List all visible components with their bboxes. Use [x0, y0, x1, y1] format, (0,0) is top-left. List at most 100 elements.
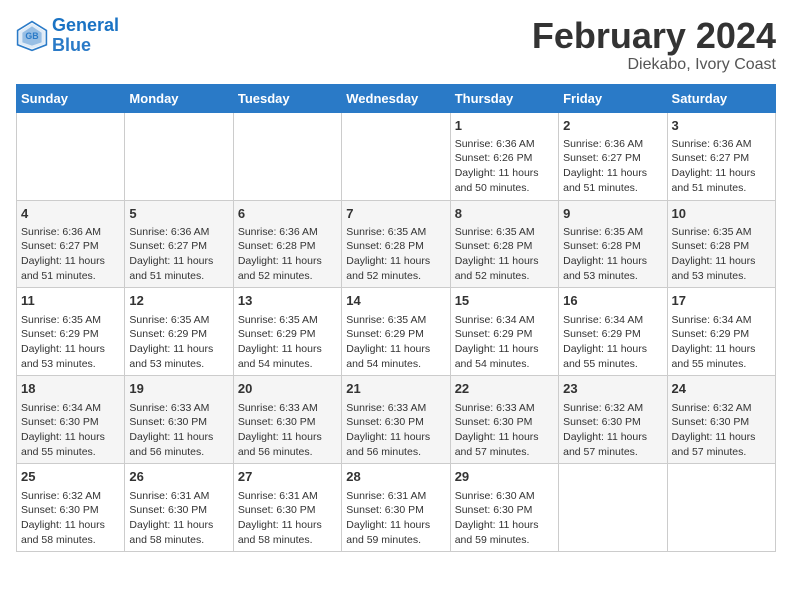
day-number: 4	[21, 205, 120, 223]
page-subtitle: Diekabo, Ivory Coast	[532, 56, 776, 74]
calendar-cell: 13 Sunrise: 6:35 AMSunset: 6:29 PMDayligh…	[233, 288, 341, 376]
day-number: 5	[129, 205, 228, 223]
day-number: 26	[129, 468, 228, 486]
calendar-cell: 1 Sunrise: 6:36 AMSunset: 6:26 PMDaylight…	[450, 112, 558, 200]
col-friday: Friday	[559, 84, 667, 112]
day-info: Sunrise: 6:35 AMSunset: 6:28 PMDaylight:…	[346, 225, 445, 284]
day-number: 10	[672, 205, 771, 223]
day-number: 29	[455, 468, 554, 486]
calendar-cell: 29 Sunrise: 6:30 AMSunset: 6:30 PMDayligh…	[450, 464, 558, 552]
col-saturday: Saturday	[667, 84, 775, 112]
day-number: 27	[238, 468, 337, 486]
calendar-cell: 23Sunrise: 6:32 AMSunset: 6:30 PMDayligh…	[559, 376, 667, 464]
day-info: Sunrise: 6:36 AMSunset: 6:26 PMDaylight:…	[455, 137, 554, 196]
day-info: Sunrise: 6:35 AMSunset: 6:28 PMDaylight:…	[672, 225, 771, 284]
day-number: 13	[238, 292, 337, 310]
day-number: 22	[455, 380, 554, 398]
calendar-cell: 7 Sunrise: 6:35 AMSunset: 6:28 PMDaylight…	[342, 200, 450, 288]
calendar-cell: 3 Sunrise: 6:36 AMSunset: 6:27 PMDaylight…	[667, 112, 775, 200]
col-monday: Monday	[125, 84, 233, 112]
calendar-row-0: 1 Sunrise: 6:36 AMSunset: 6:26 PMDaylight…	[17, 112, 776, 200]
calendar-cell: 22 Sunrise: 6:33 AMSunset: 6:30 PMDayligh…	[450, 376, 558, 464]
day-number: 2	[563, 117, 662, 135]
day-info: Sunrise: 6:36 AMSunset: 6:27 PMDaylight:…	[563, 137, 662, 196]
day-info: Sunrise: 6:33 AMSunset: 6:30 PMDaylight:…	[455, 401, 554, 460]
day-number: 18	[21, 380, 120, 398]
day-info: Sunrise: 6:32 AMSunset: 6:30 PMDaylight:…	[563, 401, 662, 460]
day-number: 11	[21, 292, 120, 310]
day-info: Sunrise: 6:35 AMSunset: 6:29 PMDaylight:…	[129, 313, 228, 372]
logo-icon: GB	[16, 20, 48, 52]
calendar-cell: 24 Sunrise: 6:32 AMSunset: 6:30 PMDayligh…	[667, 376, 775, 464]
day-number: 17	[672, 292, 771, 310]
calendar-row-1: 4 Sunrise: 6:36 AMSunset: 6:27 PMDaylight…	[17, 200, 776, 288]
day-info: Sunrise: 6:31 AMSunset: 6:30 PMDaylight:…	[129, 489, 228, 548]
calendar-cell: 16Sunrise: 6:34 AMSunset: 6:29 PMDayligh…	[559, 288, 667, 376]
calendar-cell	[233, 112, 341, 200]
day-number: 9	[563, 205, 662, 223]
day-info: Sunrise: 6:31 AMSunset: 6:30 PMDaylight:…	[238, 489, 337, 548]
calendar-cell: 17 Sunrise: 6:34 AMSunset: 6:29 PMDayligh…	[667, 288, 775, 376]
calendar-table: Sunday Monday Tuesday Wednesday Thursday…	[16, 84, 776, 553]
calendar-cell: 2 Sunrise: 6:36 AMSunset: 6:27 PMDaylight…	[559, 112, 667, 200]
calendar-cell: 10 Sunrise: 6:35 AMSunset: 6:28 PMDayligh…	[667, 200, 775, 288]
calendar-row-3: 18 Sunrise: 6:34 AMSunset: 6:30 PMDayligh…	[17, 376, 776, 464]
day-info: Sunrise: 6:32 AMSunset: 6:30 PMDaylight:…	[672, 401, 771, 460]
calendar-cell: 15Sunrise: 6:34 AMSunset: 6:29 PMDayligh…	[450, 288, 558, 376]
calendar-cell: 12Sunrise: 6:35 AMSunset: 6:29 PMDayligh…	[125, 288, 233, 376]
day-number: 3	[672, 117, 771, 135]
day-info: Sunrise: 6:30 AMSunset: 6:30 PMDaylight:…	[455, 489, 554, 548]
calendar-cell: 9 Sunrise: 6:35 AMSunset: 6:28 PMDaylight…	[559, 200, 667, 288]
day-number: 8	[455, 205, 554, 223]
col-sunday: Sunday	[17, 84, 125, 112]
day-number: 24	[672, 380, 771, 398]
day-number: 6	[238, 205, 337, 223]
calendar-cell	[667, 464, 775, 552]
calendar-cell: 28Sunrise: 6:31 AMSunset: 6:30 PMDayligh…	[342, 464, 450, 552]
calendar-cell: 21 Sunrise: 6:33 AMSunset: 6:30 PMDayligh…	[342, 376, 450, 464]
svg-text:GB: GB	[25, 31, 38, 41]
day-number: 14	[346, 292, 445, 310]
day-info: Sunrise: 6:34 AMSunset: 6:29 PMDaylight:…	[672, 313, 771, 372]
calendar-cell: 4 Sunrise: 6:36 AMSunset: 6:27 PMDaylight…	[17, 200, 125, 288]
day-number: 20	[238, 380, 337, 398]
day-info: Sunrise: 6:35 AMSunset: 6:28 PMDaylight:…	[455, 225, 554, 284]
day-number: 1	[455, 117, 554, 135]
day-info: Sunrise: 6:34 AMSunset: 6:29 PMDaylight:…	[455, 313, 554, 372]
col-thursday: Thursday	[450, 84, 558, 112]
day-info: Sunrise: 6:36 AMSunset: 6:27 PMDaylight:…	[21, 225, 120, 284]
day-info: Sunrise: 6:35 AMSunset: 6:29 PMDaylight:…	[346, 313, 445, 372]
calendar-cell: 11 Sunrise: 6:35 AMSunset: 6:29 PMDayligh…	[17, 288, 125, 376]
day-info: Sunrise: 6:35 AMSunset: 6:29 PMDaylight:…	[238, 313, 337, 372]
calendar-cell	[125, 112, 233, 200]
calendar-cell: 20 Sunrise: 6:33 AMSunset: 6:30 PMDayligh…	[233, 376, 341, 464]
day-info: Sunrise: 6:34 AMSunset: 6:29 PMDaylight:…	[563, 313, 662, 372]
day-info: Sunrise: 6:33 AMSunset: 6:30 PMDaylight:…	[346, 401, 445, 460]
col-wednesday: Wednesday	[342, 84, 450, 112]
calendar-cell	[342, 112, 450, 200]
day-number: 28	[346, 468, 445, 486]
day-number: 25	[21, 468, 120, 486]
day-info: Sunrise: 6:36 AMSunset: 6:27 PMDaylight:…	[672, 137, 771, 196]
logo-blue: Blue	[52, 35, 91, 55]
page-title: February 2024	[532, 16, 776, 56]
col-tuesday: Tuesday	[233, 84, 341, 112]
day-info: Sunrise: 6:35 AMSunset: 6:29 PMDaylight:…	[21, 313, 120, 372]
calendar-cell: 6Sunrise: 6:36 AMSunset: 6:28 PMDaylight…	[233, 200, 341, 288]
header-row: Sunday Monday Tuesday Wednesday Thursday…	[17, 84, 776, 112]
day-info: Sunrise: 6:36 AMSunset: 6:27 PMDaylight:…	[129, 225, 228, 284]
calendar-row-2: 11 Sunrise: 6:35 AMSunset: 6:29 PMDayligh…	[17, 288, 776, 376]
calendar-cell: 8 Sunrise: 6:35 AMSunset: 6:28 PMDaylight…	[450, 200, 558, 288]
calendar-cell: 19Sunrise: 6:33 AMSunset: 6:30 PMDayligh…	[125, 376, 233, 464]
title-block: February 2024 Diekabo, Ivory Coast	[532, 16, 776, 74]
page-header: GB General Blue February 2024 Diekabo, I…	[16, 16, 776, 74]
day-number: 7	[346, 205, 445, 223]
calendar-row-4: 25Sunrise: 6:32 AMSunset: 6:30 PMDayligh…	[17, 464, 776, 552]
day-info: Sunrise: 6:35 AMSunset: 6:28 PMDaylight:…	[563, 225, 662, 284]
calendar-cell: 26 Sunrise: 6:31 AMSunset: 6:30 PMDayligh…	[125, 464, 233, 552]
day-info: Sunrise: 6:33 AMSunset: 6:30 PMDaylight:…	[238, 401, 337, 460]
logo-text: General Blue	[52, 16, 119, 56]
day-number: 21	[346, 380, 445, 398]
day-info: Sunrise: 6:34 AMSunset: 6:30 PMDaylight:…	[21, 401, 120, 460]
logo: GB General Blue	[16, 16, 119, 56]
